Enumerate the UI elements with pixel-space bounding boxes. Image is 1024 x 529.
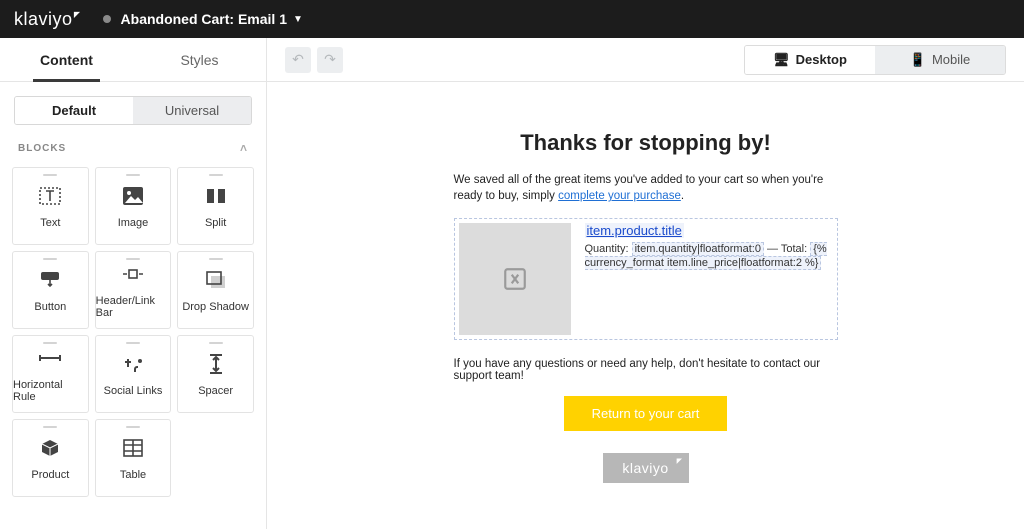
product-title-token[interactable]: item.product.title <box>585 223 684 238</box>
return-to-cart-button[interactable]: Return to your cart <box>564 396 728 431</box>
redo-button[interactable]: ↷ <box>317 47 343 73</box>
product-image-placeholder[interactable] <box>459 223 571 335</box>
main: Content Styles Default Universal BLOCKS … <box>0 38 1024 529</box>
blocks-grid: Text Image Split Button Header/Link Bar … <box>0 161 266 503</box>
sidebar: Content Styles Default Universal BLOCKS … <box>0 38 267 529</box>
canvas-toolbar: ↶ ↷ 🖥 Desktop 📱 Mobile <box>267 38 1024 82</box>
status-dot <box>103 15 111 23</box>
canvas: ↶ ↷ 🖥 Desktop 📱 Mobile Thanks for stoppi… <box>267 38 1024 529</box>
mobile-icon: 📱 <box>910 52 926 68</box>
image-icon <box>123 183 143 209</box>
footer-brand-badge[interactable]: klaviyo◤ <box>603 453 689 483</box>
spacer-icon <box>208 351 224 377</box>
complete-purchase-link[interactable]: complete your purchase <box>558 190 681 202</box>
block-spacer[interactable]: Spacer <box>177 335 254 413</box>
block-table[interactable]: Table <box>95 419 172 497</box>
button-icon <box>39 267 61 293</box>
block-image[interactable]: Image <box>95 167 172 245</box>
subtabs: Default Universal <box>14 96 252 125</box>
block-horizontal-rule[interactable]: Horizontal Rule <box>12 335 89 413</box>
device-mobile[interactable]: 📱 Mobile <box>875 46 1005 74</box>
sidebar-tabs: Content Styles <box>0 38 266 82</box>
block-header-link-bar[interactable]: Header/Link Bar <box>95 251 172 329</box>
desktop-icon: 🖥 <box>773 52 790 68</box>
email-heading[interactable]: Thanks for stopping by! <box>454 130 838 156</box>
tab-content[interactable]: Content <box>0 38 133 81</box>
brand-mark: ◤ <box>74 10 81 19</box>
product-meta: item.product.title Quantity: item.quanti… <box>585 223 833 335</box>
document-title[interactable]: Abandoned Cart: Email 1 <box>121 11 287 27</box>
block-social-links[interactable]: Social Links <box>95 335 172 413</box>
qty-token: item.quantity|floatformat:0 <box>632 242 764 256</box>
email-stage[interactable]: Thanks for stopping by! We saved all of … <box>267 82 1024 529</box>
brand-mark: ◤ <box>677 457 683 465</box>
product-qty-line[interactable]: Quantity: item.quantity|floatformat:0 — … <box>585 242 833 271</box>
blocks-header-label: BLOCKS <box>18 143 66 154</box>
subtab-universal[interactable]: Universal <box>133 97 251 124</box>
product-block[interactable]: item.product.title Quantity: item.quanti… <box>454 218 838 340</box>
block-split[interactable]: Split <box>177 167 254 245</box>
subtab-default[interactable]: Default <box>15 97 133 124</box>
chevron-down-icon[interactable]: ▼ <box>293 14 303 25</box>
image-placeholder-icon <box>502 266 528 292</box>
product-icon <box>40 435 60 461</box>
block-drop-shadow[interactable]: Drop Shadow <box>177 251 254 329</box>
social-icon <box>122 351 144 377</box>
block-button[interactable]: Button <box>12 251 89 329</box>
headerlink-icon <box>121 261 145 287</box>
hr-icon <box>38 345 62 371</box>
split-icon <box>205 183 227 209</box>
dropshadow-icon <box>205 267 227 293</box>
table-icon <box>123 435 143 461</box>
device-toggle: 🖥 Desktop 📱 Mobile <box>744 45 1006 75</box>
email-support-text[interactable]: If you have any questions or need any he… <box>454 358 838 382</box>
chevron-up-icon[interactable]: ˄ <box>240 141 248 155</box>
tab-styles[interactable]: Styles <box>133 38 266 81</box>
topbar: klaviyo◤ Abandoned Cart: Email 1 ▼ <box>0 0 1024 38</box>
device-desktop[interactable]: 🖥 Desktop <box>745 46 875 74</box>
brand-logo: klaviyo◤ <box>14 9 81 30</box>
email-intro[interactable]: We saved all of the great items you've a… <box>454 172 838 204</box>
undo-button[interactable]: ↶ <box>285 47 311 73</box>
blocks-header[interactable]: BLOCKS ˄ <box>0 125 266 161</box>
email-body[interactable]: Thanks for stopping by! We saved all of … <box>436 108 856 503</box>
block-text[interactable]: Text <box>12 167 89 245</box>
block-product[interactable]: Product <box>12 419 89 497</box>
text-icon <box>39 183 61 209</box>
